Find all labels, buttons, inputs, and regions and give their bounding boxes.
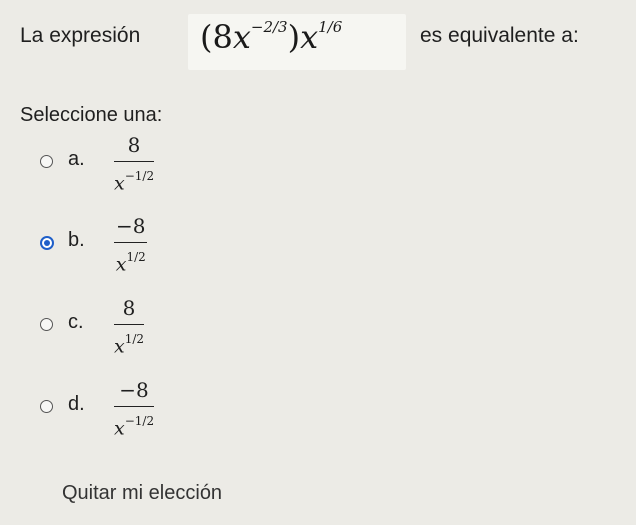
question-suffix: es equivalente a: <box>420 24 579 47</box>
denominator: x1/2 <box>115 250 146 276</box>
clear-choice-link[interactable]: Quitar mi elección <box>62 482 222 505</box>
numerator: 8 <box>122 296 136 320</box>
option-letter: c. <box>68 311 84 333</box>
radio-a[interactable] <box>40 155 53 168</box>
expression-image: (8x−2/3)x1/6 <box>188 14 406 70</box>
prompt-label: Seleccione una: <box>20 104 163 126</box>
radio-c[interactable] <box>40 318 53 331</box>
question-text: La expresión (8x−2/3)x1/6 es equivalente… <box>20 14 626 70</box>
radio-d[interactable] <box>40 400 53 413</box>
option-letter: a. <box>68 148 85 170</box>
denominator: x1/2 <box>114 332 145 358</box>
denominator: x−1/2 <box>114 169 155 195</box>
denominator: x−1/2 <box>114 414 155 440</box>
numerator: −8 <box>116 214 146 238</box>
option-letter: b. <box>68 229 85 251</box>
fraction: −8 x−1/2 <box>114 378 155 442</box>
math-expression: (8x−2/3)x1/6 <box>200 18 343 56</box>
numerator: −8 <box>119 378 149 402</box>
fraction: 8 x1/2 <box>114 296 145 360</box>
fraction: −8 x1/2 <box>114 214 148 278</box>
fraction: 8 x−1/2 <box>114 133 155 197</box>
question-prefix: La expresión <box>20 24 141 47</box>
radio-b[interactable] <box>40 236 54 250</box>
option-letter: d. <box>68 393 85 415</box>
numerator: 8 <box>127 133 141 157</box>
